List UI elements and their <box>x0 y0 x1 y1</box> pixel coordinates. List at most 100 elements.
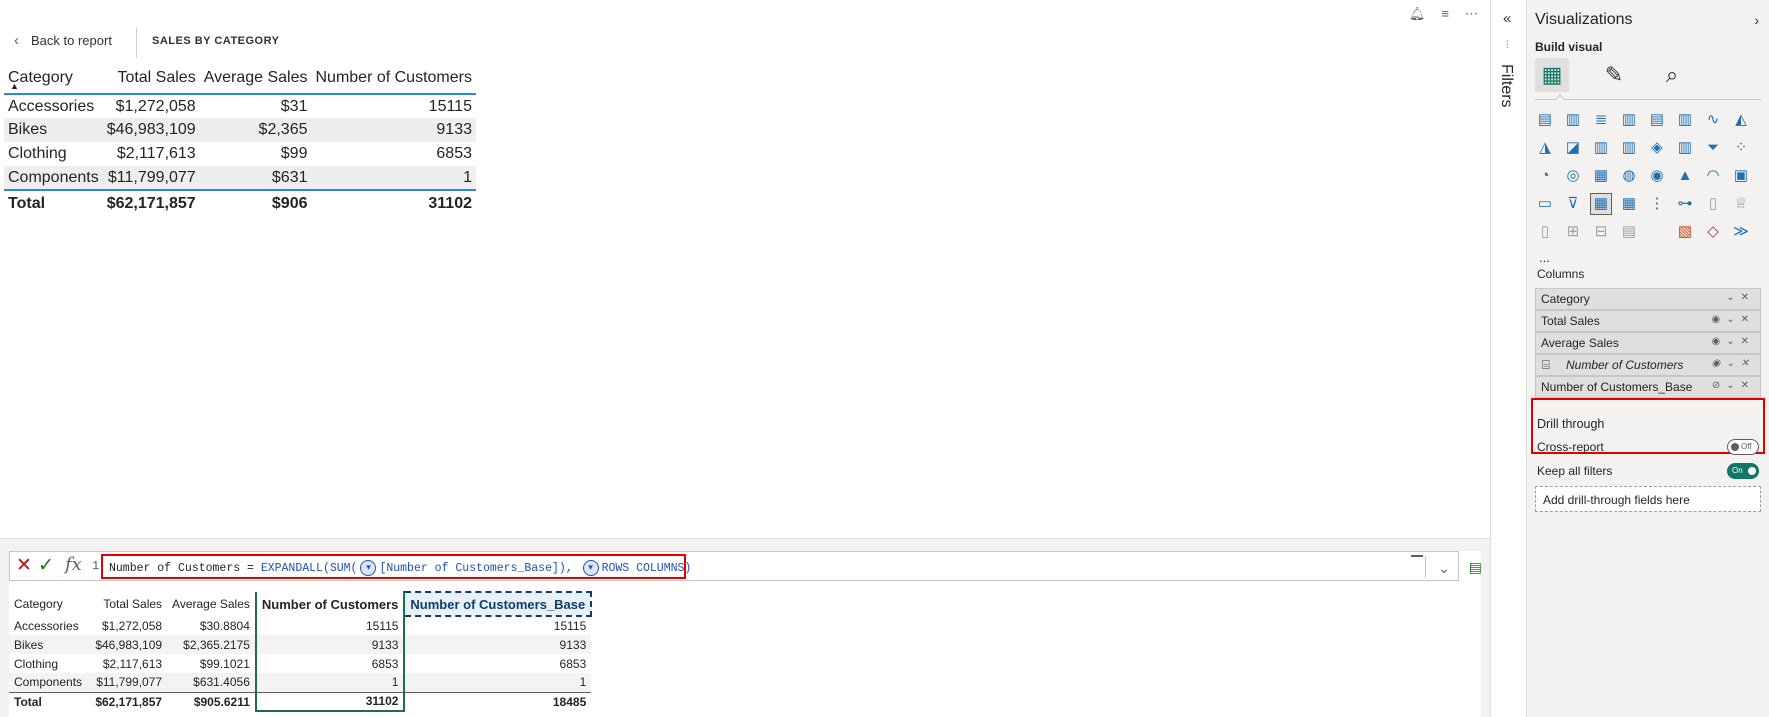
well-label: Total Sales <box>1541 314 1600 328</box>
qna-visual-icon[interactable]: ⊟ <box>1591 222 1611 242</box>
measure-calc-icon: ⌸ <box>1542 357 1550 372</box>
table-format-icon[interactable]: ▤ <box>1469 559 1482 576</box>
chevron-right-icon[interactable]: › <box>1754 12 1759 28</box>
table-header-row: Category Total Sales Average Sales Numbe… <box>4 64 476 95</box>
paginated-report-icon[interactable]: ▯ <box>1703 194 1723 214</box>
drill-through-drop-zone[interactable]: Add drill-through fields here <box>1535 486 1761 512</box>
area-chart-icon[interactable]: ◭ <box>1731 110 1751 130</box>
decomposition-tree-icon[interactable]: ⊶ <box>1675 194 1695 214</box>
filters-label[interactable]: Filters <box>1497 64 1515 108</box>
format-visual-tab[interactable]: ✎ <box>1597 58 1631 92</box>
line-area-chart-icon[interactable]: ◪ <box>1563 138 1583 158</box>
expand-circle-icon[interactable]: ▾ <box>360 560 377 576</box>
card-icon[interactable]: ▣ <box>1731 166 1751 186</box>
canvas-toolbar: 🔔︎ ≡ ⋯ <box>1409 6 1478 22</box>
matrix-icon[interactable]: ▦ <box>1619 194 1639 214</box>
chevron-left-icon: ‹ <box>14 32 19 49</box>
column-header-category[interactable]: Category <box>4 64 103 95</box>
result-header-average-sales[interactable]: Average Sales <box>167 592 256 616</box>
bell-icon[interactable]: 🔔︎ <box>1409 6 1426 22</box>
well-average-sales[interactable]: Average Sales ◉⌄✕ <box>1535 332 1761 354</box>
sales-table-visual[interactable]: Category Total Sales Average Sales Numbe… <box>4 64 476 216</box>
well-actions-icon[interactable]: ⌄✕ <box>1726 292 1755 303</box>
stacked-area-chart-icon[interactable]: ◮ <box>1535 138 1555 158</box>
formula-keyword: ROWS COLUMNS) <box>601 562 692 576</box>
line-clustered-column-icon[interactable]: ▥ <box>1619 138 1639 158</box>
well-label: Number of Customers <box>1566 358 1684 372</box>
kpi-icon[interactable]: ▭ <box>1535 194 1555 214</box>
shape-arrow-icon[interactable]: ≫ <box>1731 222 1751 242</box>
result-header-number-of-customers[interactable]: Number of Customers <box>254 592 406 616</box>
azure-map-icon[interactable]: ▲ <box>1675 166 1695 186</box>
filter-icon[interactable]: ≡ <box>1441 6 1449 22</box>
trophy-icon[interactable]: ♕ <box>1731 194 1751 214</box>
well-category[interactable]: Category ⌄✕ <box>1535 288 1761 310</box>
filters-pane-collapsed[interactable]: « ⫶ Filters <box>1490 0 1527 717</box>
well-actions-icon[interactable]: ⊘⌄✕ <box>1712 380 1755 391</box>
clustered-bar-chart-icon[interactable]: ≣ <box>1591 110 1611 130</box>
cancel-icon[interactable]: ✕ <box>16 554 32 577</box>
well-actions-icon[interactable]: ◉⌄✕ <box>1712 358 1755 369</box>
more-visuals-icon[interactable]: ... <box>1539 250 1550 265</box>
power-bi-window: 🔔︎ ≡ ⋯ ‹ Back to report SALES BY CATEGOR… <box>0 0 1769 717</box>
analytics-tab[interactable]: ⌕ <box>1655 58 1689 92</box>
back-to-report-button[interactable]: ‹ Back to report <box>14 32 112 49</box>
formula-input[interactable]: Number of Customers = EXPANDALL(SUM(▾ [Nu… <box>101 554 691 579</box>
map-icon[interactable]: ◍ <box>1619 166 1639 186</box>
ribbon-chart-icon[interactable]: ◈ <box>1647 138 1667 158</box>
chevron-down-icon[interactable]: ⌄ <box>1438 560 1450 577</box>
toggle-state: Off <box>1741 442 1752 451</box>
narrative-icon[interactable]: ▤ <box>1619 222 1639 242</box>
column-header-number-of-customers[interactable]: Number of Customers <box>311 64 476 95</box>
cell: 9133 <box>404 635 592 654</box>
well-actions-icon[interactable]: ◉⌄✕ <box>1712 314 1755 325</box>
result-header-total-sales[interactable]: Total Sales <box>87 592 167 616</box>
pie-chart-icon[interactable]: ◔ <box>1535 166 1555 186</box>
cell: $11,799,077 <box>102 166 200 190</box>
line-chart-icon[interactable]: ∿ <box>1703 110 1723 130</box>
cell: 1 <box>254 673 406 692</box>
well-actions-icon[interactable]: ◉⌄✕ <box>1712 336 1755 347</box>
column-header-total-sales[interactable]: Total Sales <box>102 64 200 95</box>
build-visual-tab[interactable]: ▦ <box>1535 58 1569 92</box>
gauge-icon[interactable]: ◠ <box>1703 166 1723 186</box>
100-column-chart-icon[interactable]: ▥ <box>1675 110 1695 130</box>
cell: $905.6211 <box>167 691 256 711</box>
cross-report-toggle[interactable]: Off <box>1727 439 1759 455</box>
well-number-of-customers-base[interactable]: Number of Customers_Base ⊘⌄✕ <box>1535 376 1761 398</box>
total-row: Total $62,171,857 $906 31102 <box>4 189 476 216</box>
100-bar-chart-icon[interactable]: ▤ <box>1647 110 1667 130</box>
key-influencers-icon[interactable]: ⋮ <box>1647 194 1667 214</box>
power-automate-icon[interactable]: ◇ <box>1703 222 1723 242</box>
clustered-column-chart-icon[interactable]: ▥ <box>1619 110 1639 130</box>
filled-map-icon[interactable]: ◉ <box>1647 166 1667 186</box>
power-apps-icon[interactable]: ▧ <box>1675 222 1695 242</box>
collapse-left-icon[interactable]: « <box>1503 10 1511 27</box>
stacked-bar-chart-icon[interactable]: ▤ <box>1535 110 1555 130</box>
commit-icon[interactable]: ✓ <box>38 554 54 577</box>
well-number-of-customers[interactable]: ⌸ Number of Customers ◉⌄✕ <box>1535 354 1761 376</box>
r-visual-icon[interactable]: ▯ <box>1535 222 1555 242</box>
more-icon[interactable]: ⋯ <box>1465 6 1478 22</box>
column-header-average-sales[interactable]: Average Sales <box>199 64 312 95</box>
treemap-icon[interactable]: ▦ <box>1591 166 1611 186</box>
result-header-number-of-customers-base[interactable]: Number of Customers_Base <box>403 591 593 617</box>
keep-all-filters-toggle[interactable]: On <box>1727 463 1759 479</box>
scatter-chart-icon[interactable]: ⁘ <box>1731 138 1751 158</box>
table-row: Bikes $46,983,109 $2,365.2175 9133 9133 <box>9 635 592 654</box>
result-header-category[interactable]: Category <box>9 592 87 616</box>
table-visual-icon[interactable]: ▦ <box>1590 193 1612 215</box>
line-column-chart-icon[interactable]: ▥ <box>1591 138 1611 158</box>
stacked-column-chart-icon[interactable]: ▥ <box>1563 110 1583 130</box>
cell: $99 <box>280 145 308 162</box>
funnel-chart-icon[interactable]: ⏷ <box>1703 138 1723 158</box>
function-icon[interactable]: fx <box>65 554 82 575</box>
slicer-icon[interactable]: ⊽ <box>1563 194 1583 214</box>
waterfall-chart-icon[interactable]: ▥ <box>1675 138 1695 158</box>
expand-circle-icon[interactable]: ▾ <box>582 560 599 576</box>
donut-chart-icon[interactable]: ◎ <box>1563 166 1583 186</box>
cell: Accessories <box>8 97 95 115</box>
well-total-sales[interactable]: Total Sales ◉⌄✕ <box>1535 310 1761 332</box>
table-row: Components $11,799,077 $631.4056 1 1 <box>9 673 592 692</box>
python-visual-icon[interactable]: ⊞ <box>1563 222 1583 242</box>
